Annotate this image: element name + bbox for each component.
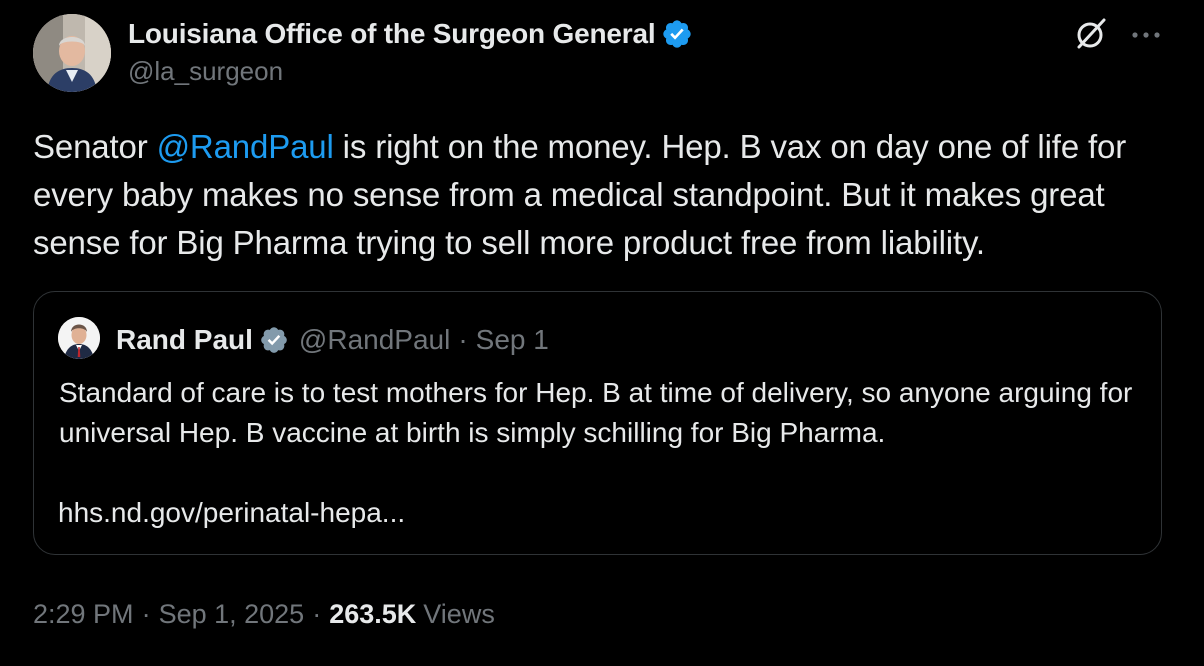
author-avatar[interactable] <box>33 14 111 92</box>
more-icon[interactable] <box>1130 28 1162 40</box>
tweet-text: Senator @RandPaul is right on the money.… <box>33 123 1173 267</box>
quote-header: Rand Paul @RandPaul · Sep 1 <box>116 320 549 360</box>
author-name[interactable]: Louisiana Office of the Surgeon General <box>128 18 656 50</box>
mention-link[interactable]: @RandPaul <box>157 128 334 165</box>
author-name-row: Louisiana Office of the Surgeon General <box>128 16 693 52</box>
quote-date[interactable]: Sep 1 <box>476 324 549 356</box>
tweet-meta: 2:29 PM · Sep 1, 2025 · 263.5K Views <box>33 594 495 634</box>
quote-author-name[interactable]: Rand Paul <box>116 324 253 356</box>
quote-author-avatar[interactable] <box>58 317 100 359</box>
views-count: 263.5K <box>329 598 417 629</box>
author-handle[interactable]: @la_surgeon <box>128 56 283 87</box>
quote-verified-badge-icon <box>259 325 289 355</box>
quote-author-handle[interactable]: @RandPaul <box>299 324 450 356</box>
meta-separator: · <box>312 598 322 629</box>
meta-separator: · <box>141 598 151 629</box>
tweet-date[interactable]: Sep 1, 2025 <box>159 599 305 630</box>
quote-text: Standard of care is to test mothers for … <box>59 377 1133 448</box>
quote-link[interactable]: hhs.nd.gov/perinatal-hepa... <box>58 497 405 529</box>
grok-icon[interactable] <box>1073 16 1109 52</box>
tweet-time[interactable]: 2:29 PM <box>33 599 134 630</box>
tweet: Louisiana Office of the Surgeon General … <box>0 0 1204 666</box>
views-label: Views <box>423 598 495 629</box>
verified-badge-icon <box>661 18 693 50</box>
quote-separator: · <box>458 324 468 355</box>
tweet-text-before: Senator <box>33 128 157 165</box>
